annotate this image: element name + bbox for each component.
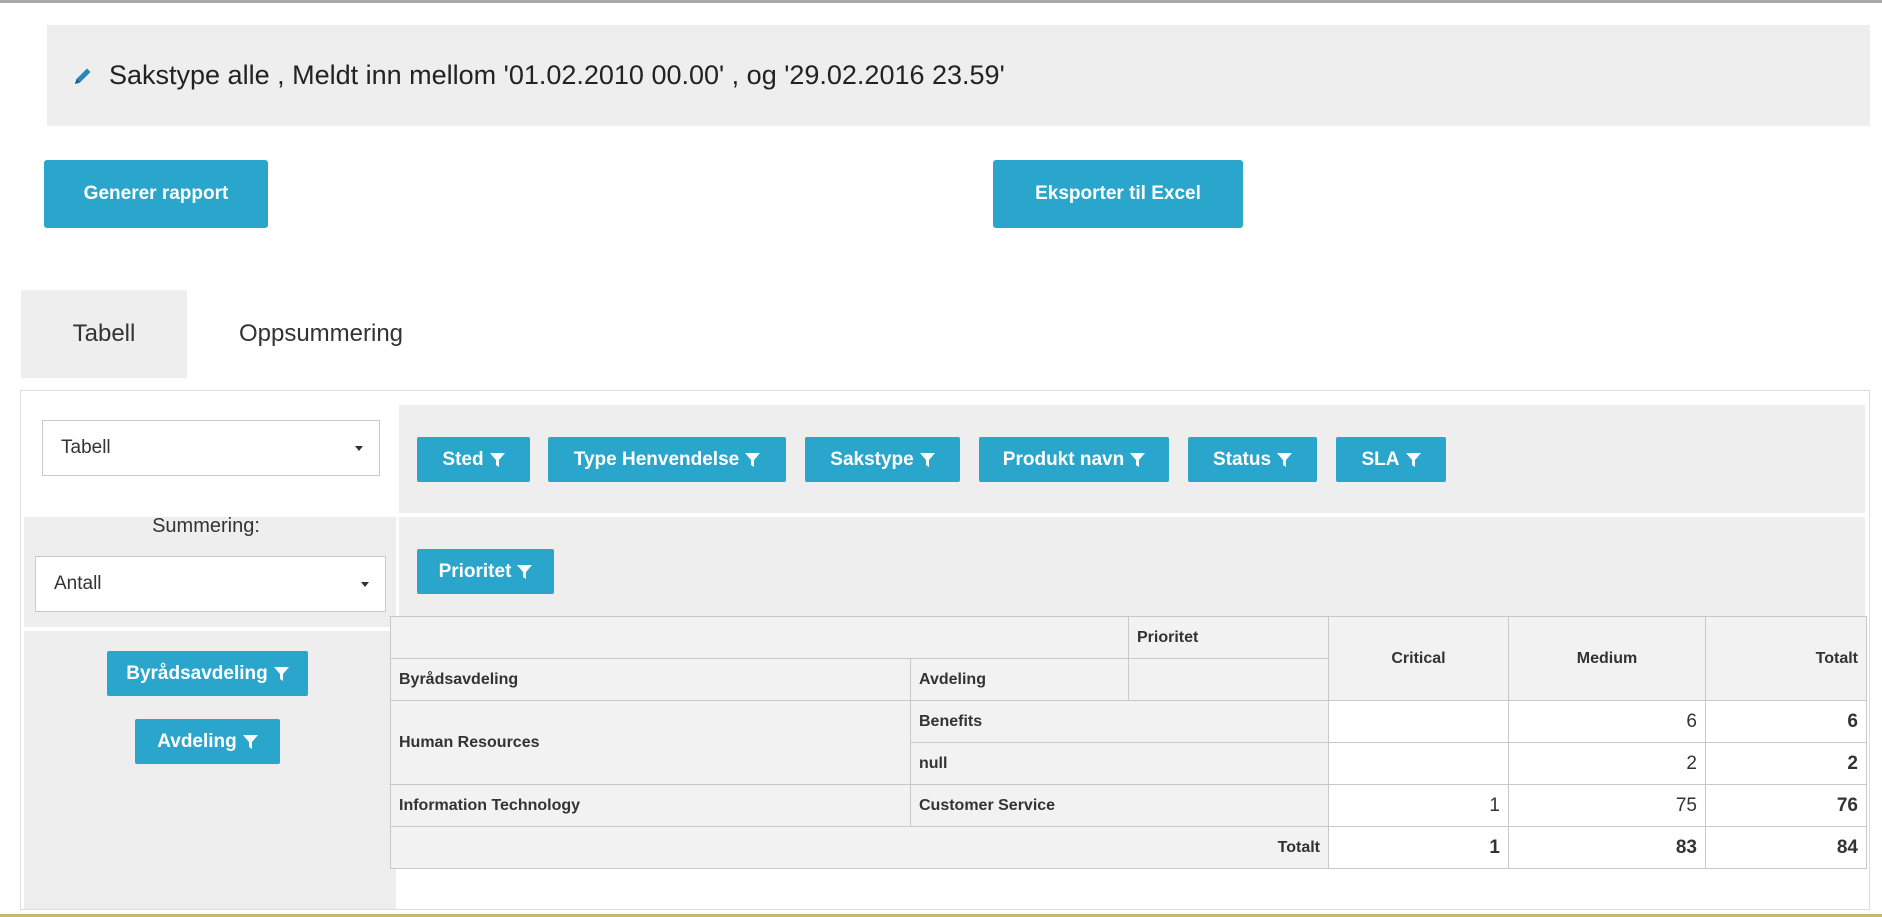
attr-chip-label: Status [1212,448,1272,470]
attr-chip-prioritet[interactable]: Prioritet [417,549,554,594]
col-attr-header: Prioritet [1128,616,1329,659]
value-cell[interactable]: 75 [1508,784,1706,827]
chevron-down-icon [361,582,369,587]
attr-chip-label: Type Henvendelse [573,448,740,470]
value-cell[interactable]: 1 [1328,784,1509,827]
attr-chip-status[interactable]: Status [1188,437,1317,482]
col-total-cell[interactable]: 83 [1508,826,1706,869]
filter-icon [517,564,533,579]
attr-chip-sakstype[interactable]: Sakstype [805,437,960,482]
row-total-cell[interactable]: 6 [1705,700,1867,743]
attr-chip-label: Produkt navn [1002,448,1125,470]
attr-chip-label: Prioritet [438,560,512,582]
row-attr-header: Avdeling [910,658,1129,701]
row-label-group: Information Technology [390,784,911,827]
row-label-sub: null [910,742,1329,785]
tab-oppsummering[interactable]: Oppsummering [221,290,421,378]
filter-icon [1405,452,1421,467]
value-cell[interactable]: 2 [1508,742,1706,785]
aggregator-label: Summering: [152,515,260,537]
tab-tabell[interactable]: Tabell [21,290,187,378]
attr-chip-sla[interactable]: SLA [1336,437,1446,482]
value-cell[interactable] [1328,700,1509,743]
col-key-medium: Medium [1508,616,1706,701]
attr-chip-sted[interactable]: Sted [417,437,530,482]
filter-icon [1130,452,1146,467]
generate-report-button[interactable]: Generer rapport [44,160,268,228]
filter-icon [1277,452,1293,467]
filter-summary-text: Sakstype alle , Meldt inn mellom '01.02.… [109,60,1005,90]
pivot-table: Prioritet Critical Medium Totalt Byrådsa… [390,616,1867,869]
row-label-group: Human Resources [390,700,911,785]
filter-summary: Sakstype alle , Meldt inn mellom '01.02.… [47,25,1870,126]
col-total-header: Totalt [1705,616,1867,701]
value-cell[interactable]: 6 [1508,700,1706,743]
filter-icon [242,734,258,749]
filter-icon [489,452,505,467]
attr-chip-byradsavdeling[interactable]: Byrådsavdeling [107,651,308,696]
chevron-down-icon [355,446,363,451]
filter-icon [273,666,289,681]
table-row: Human Resources Benefits 6 6 [390,700,1867,785]
value-cell[interactable] [1328,742,1509,785]
filter-icon [919,452,935,467]
row-total-cell[interactable]: 76 [1705,784,1867,827]
attr-chip-label: Byrådsavdeling [126,662,268,684]
attr-chip-label: Avdeling [157,730,237,752]
renderer-select-value: Tabell [61,437,111,458]
table-totals-row: Totalt 1 83 84 [390,826,1867,869]
attr-chip-produkt-navn[interactable]: Produkt navn [979,437,1169,482]
aggregator-select-value: Antall [54,573,102,594]
table-header-row: Prioritet Critical Medium Totalt [390,616,1867,701]
pencil-icon[interactable] [71,64,95,88]
filter-icon [745,452,761,467]
totals-label: Totalt [390,826,1329,869]
row-label-sub: Benefits [910,700,1329,743]
attr-chip-avdeling[interactable]: Avdeling [135,719,280,764]
row-total-cell[interactable]: 2 [1705,742,1867,785]
aggregator-select[interactable]: Antall [35,556,386,612]
col-total-cell[interactable]: 1 [1328,826,1509,869]
row-column-attributes-area [399,517,1865,627]
attr-chip-label: Sted [442,448,484,470]
export-excel-button[interactable]: Eksporter til Excel [993,160,1243,228]
row-label-sub: Customer Service [910,784,1329,827]
col-key-critical: Critical [1328,616,1509,701]
table-header-spacer [1128,658,1329,701]
table-row: Information Technology Customer Service … [390,784,1867,827]
attr-chip-label: SLA [1361,448,1400,470]
row-attr-header: Byrådsavdeling [390,658,911,701]
grand-total-cell[interactable]: 84 [1705,826,1867,869]
attr-chip-type-henvendelse[interactable]: Type Henvendelse [548,437,786,482]
top-border [0,0,1882,3]
renderer-select[interactable]: Tabell [42,420,380,476]
table-corner-cell [390,616,1129,659]
attr-chip-label: Sakstype [830,448,914,470]
